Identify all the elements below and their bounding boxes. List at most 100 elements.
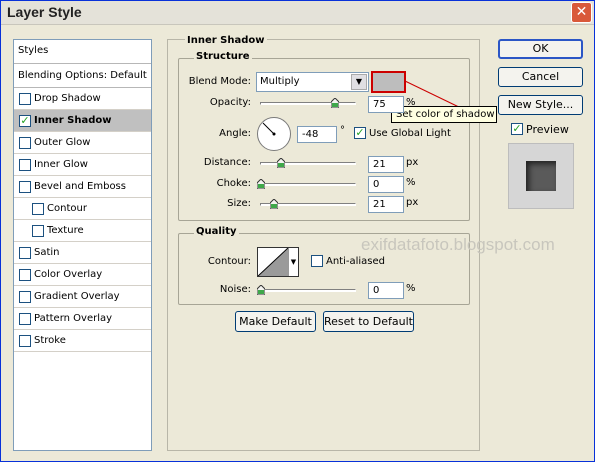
style-item-label: Stroke [34, 335, 66, 346]
styles-list: Styles Blending Options: Default Drop Sh… [13, 39, 152, 451]
style-checkbox[interactable]: ✓ [19, 115, 31, 127]
style-item-outer-glow[interactable]: Outer Glow [14, 132, 151, 154]
style-checkbox[interactable] [32, 225, 44, 237]
distance-slider-track[interactable] [260, 162, 356, 165]
style-checkbox[interactable] [19, 93, 31, 105]
style-item-label: Pattern Overlay [34, 313, 113, 324]
opacity-slider-track[interactable] [260, 102, 356, 105]
noise-label: Noise: [219, 284, 251, 295]
style-checkbox[interactable] [19, 137, 31, 149]
use-global-light-checkbox[interactable]: ✓ [354, 127, 366, 139]
preview-swatch [526, 161, 556, 191]
blend-mode-label: Blend Mode: [188, 76, 251, 87]
cancel-button[interactable]: Cancel [498, 67, 583, 87]
new-style-button[interactable]: New Style... [498, 95, 583, 115]
style-item-label: Bevel and Emboss [34, 181, 126, 192]
style-preview [508, 143, 574, 209]
opacity-label: Opacity: [209, 97, 251, 108]
style-item-label: Inner Shadow [34, 115, 112, 126]
style-item-stroke[interactable]: Stroke [14, 330, 151, 352]
noise-input[interactable]: 0 [368, 282, 404, 299]
size-input[interactable]: 21 [368, 196, 404, 213]
size-slider-thumb[interactable] [270, 199, 278, 209]
layer-style-dialog: Layer Style ✕ Styles Blending Options: D… [0, 0, 595, 462]
style-item-inner-shadow[interactable]: ✓ Inner Shadow [14, 110, 151, 132]
style-checkbox[interactable] [19, 291, 31, 303]
style-item-inner-glow[interactable]: Inner Glow [14, 154, 151, 176]
style-item-label: Inner Glow [34, 159, 88, 170]
check-icon: ✓ [512, 122, 522, 135]
blend-mode-select[interactable]: Multiply ▼ [256, 72, 369, 92]
style-item-drop-shadow[interactable]: Drop Shadow [14, 88, 151, 110]
watermark: exifdatafoto.blogspot.com [361, 235, 555, 254]
size-unit: px [406, 197, 419, 208]
anti-aliased-checkbox[interactable] [311, 255, 323, 267]
style-item-bevel-and-emboss[interactable]: Bevel and Emboss [14, 176, 151, 198]
style-checkbox[interactable] [19, 313, 31, 325]
noise-unit: % [406, 283, 416, 294]
blend-mode-value: Multiply [260, 76, 300, 87]
angle-input[interactable]: -48 [297, 126, 337, 143]
styles-header[interactable]: Styles [14, 40, 151, 64]
style-item-label: Outer Glow [34, 137, 91, 148]
contour-label: Contour: [207, 256, 251, 267]
blending-options-item[interactable]: Blending Options: Default [14, 64, 151, 88]
anti-aliased-label: Anti-aliased [326, 256, 386, 267]
style-item-contour[interactable]: Contour [14, 198, 151, 220]
noise-slider-track[interactable] [260, 289, 356, 292]
structure-title: Structure [194, 51, 252, 62]
close-button[interactable]: ✕ [571, 2, 592, 23]
style-checkbox[interactable] [19, 247, 31, 259]
quality-title: Quality [194, 226, 239, 237]
style-checkbox[interactable] [19, 269, 31, 281]
style-item-label: Satin [34, 247, 60, 258]
opacity-slider-thumb[interactable] [331, 98, 339, 108]
style-item-label: Texture [47, 225, 84, 236]
distance-input[interactable]: 21 [368, 156, 404, 173]
style-item-label: Gradient Overlay [34, 291, 120, 302]
style-checkbox[interactable] [19, 159, 31, 171]
ok-button[interactable]: OK [498, 39, 583, 59]
angle-unit: ° [340, 125, 345, 136]
inner-shadow-title: Inner Shadow [185, 35, 267, 46]
window-title: Layer Style [7, 4, 82, 20]
style-item-satin[interactable]: Satin [14, 242, 151, 264]
choke-label: Choke: [216, 178, 251, 189]
opacity-input[interactable]: 75 [368, 96, 404, 113]
make-default-button[interactable]: Make Default [235, 311, 316, 332]
contour-picker[interactable]: ▼ [257, 247, 299, 277]
use-global-light-label: Use Global Light [369, 128, 451, 139]
angle-dial-needle [262, 122, 276, 136]
preview-label: Preview [526, 123, 569, 136]
distance-slider-thumb[interactable] [277, 158, 285, 168]
close-icon: ✕ [575, 4, 588, 20]
style-item-label: Contour [47, 203, 87, 214]
title-bar[interactable]: Layer Style ✕ [1, 1, 594, 25]
style-item-gradient-overlay[interactable]: Gradient Overlay [14, 286, 151, 308]
style-item-color-overlay[interactable]: Color Overlay [14, 264, 151, 286]
distance-unit: px [406, 157, 419, 168]
chevron-down-icon[interactable]: ▼ [288, 248, 298, 276]
opacity-unit: % [406, 97, 416, 108]
style-item-pattern-overlay[interactable]: Pattern Overlay [14, 308, 151, 330]
angle-label: Angle: [219, 128, 251, 139]
size-label: Size: [227, 198, 251, 209]
check-icon: ✓ [355, 126, 365, 139]
chevron-down-icon[interactable]: ▼ [351, 74, 367, 90]
choke-slider-thumb[interactable] [257, 179, 265, 189]
preview-checkbox[interactable]: ✓ [511, 123, 523, 135]
shadow-color-tooltip: Set color of shadow [391, 106, 497, 123]
choke-input[interactable]: 0 [368, 176, 404, 193]
style-item-label: Color Overlay [34, 269, 103, 280]
style-checkbox[interactable] [32, 203, 44, 215]
style-item-label: Drop Shadow [34, 93, 101, 104]
angle-dial[interactable] [257, 117, 291, 151]
distance-label: Distance: [203, 157, 251, 168]
style-checkbox[interactable] [19, 335, 31, 347]
reset-to-default-button[interactable]: Reset to Default [323, 311, 414, 332]
style-checkbox[interactable] [19, 181, 31, 193]
choke-slider-track[interactable] [260, 183, 356, 186]
noise-slider-thumb[interactable] [257, 285, 265, 295]
style-item-texture[interactable]: Texture [14, 220, 151, 242]
contour-curve-icon [258, 248, 288, 276]
